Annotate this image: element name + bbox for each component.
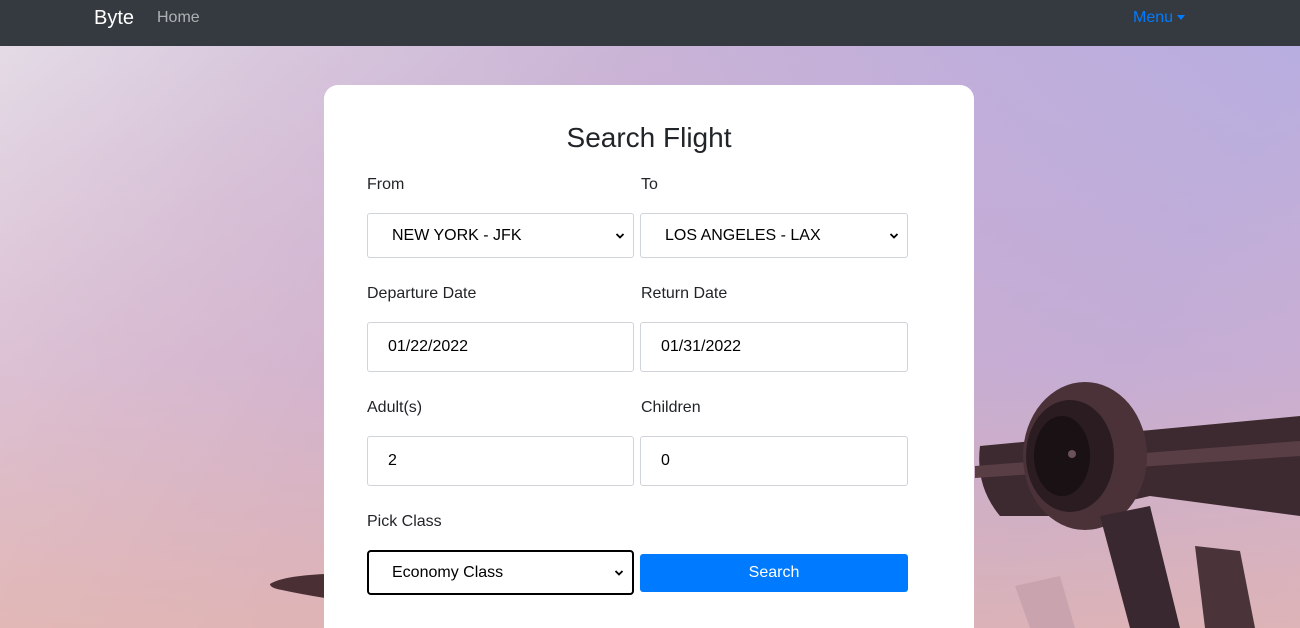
brand-link[interactable]: Byte — [94, 6, 134, 30]
return-date-value: 01/31/2022 — [661, 338, 742, 355]
menu-dropdown-toggle[interactable]: Menu — [1133, 8, 1186, 28]
children-value: 0 — [661, 452, 670, 469]
class-select[interactable]: Economy Class — [367, 550, 634, 595]
adults-value: 2 — [388, 452, 397, 469]
navbar: Byte Home Menu — [0, 0, 1300, 46]
departure-date-value: 01/22/2022 — [388, 338, 469, 355]
adults-label: Adult(s) — [367, 399, 423, 416]
children-label: Children — [641, 399, 701, 416]
departure-date-label: Departure Date — [367, 285, 477, 302]
return-date-input[interactable]: 01/31/2022 — [640, 322, 908, 372]
from-label: From — [367, 176, 405, 193]
caret-down-icon — [1177, 14, 1186, 20]
nav-home-link[interactable]: Home — [157, 8, 200, 28]
search-flight-card: Search Flight From To NEW YORK - JFK LOS… — [324, 85, 974, 628]
return-date-label: Return Date — [641, 285, 728, 302]
to-label: To — [641, 176, 658, 193]
menu-label: Menu — [1133, 9, 1174, 26]
chevron-down-icon — [615, 232, 625, 239]
from-select-value: NEW YORK - JFK — [392, 226, 522, 244]
to-select-value: LOS ANGELES - LAX — [665, 226, 821, 244]
adults-input[interactable]: 2 — [367, 436, 634, 486]
from-select[interactable]: NEW YORK - JFK — [367, 213, 634, 258]
pick-class-label: Pick Class — [367, 513, 442, 530]
chevron-down-icon — [889, 232, 899, 239]
card-title: Search Flight — [566, 122, 732, 153]
chevron-down-icon — [614, 569, 624, 576]
departure-date-input[interactable]: 01/22/2022 — [367, 322, 634, 372]
class-select-value: Economy Class — [392, 563, 504, 581]
to-select[interactable]: LOS ANGELES - LAX — [640, 213, 908, 258]
search-button[interactable]: Search — [640, 554, 908, 592]
children-input[interactable]: 0 — [640, 436, 908, 486]
